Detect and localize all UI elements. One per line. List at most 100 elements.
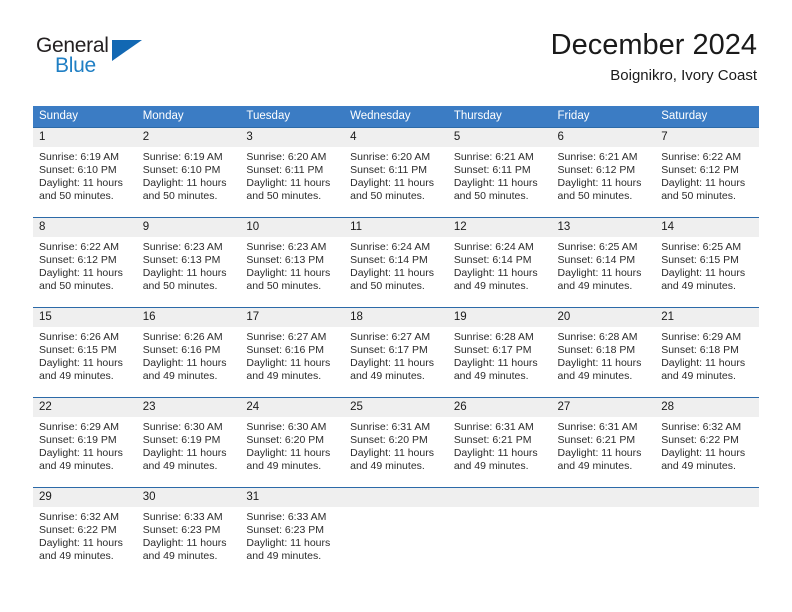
daylight-text-line1: Daylight: 11 hours — [142, 267, 227, 280]
daylight-text-line1: Daylight: 11 hours — [350, 267, 434, 280]
column-header-friday: Friday — [551, 106, 656, 128]
day-cell[interactable]: 5 Sunrise: 6:21 AM Sunset: 6:11 PM Daylight… — [447, 127, 552, 218]
day-number: 18 — [344, 308, 448, 327]
sunrise-text: Sunrise: 6:23 AM — [246, 241, 327, 253]
daylight-text-line2: and 50 minutes. — [350, 190, 425, 203]
day-cell[interactable]: 13 Sunrise: 6:25 AM Sunset: 6:14 PM Dayligh… — [551, 217, 656, 308]
day-number — [551, 488, 656, 507]
day-cell[interactable]: 3 Sunrise: 6:20 AM Sunset: 6:11 PM Daylight… — [240, 127, 345, 218]
daylight-text-line1: Daylight: 11 hours — [39, 177, 123, 190]
sunset-text: Sunset: 6:14 PM — [350, 254, 428, 267]
day-details: Sunrise: 6:23 AM Sunset: 6:13 PM Daylight:… — [240, 237, 344, 293]
sunrise-text: Sunrise: 6:32 AM — [661, 421, 742, 433]
sunset-text: Sunset: 6:15 PM — [39, 344, 117, 357]
day-cell[interactable]: 2 Sunrise: 6:19 AM Sunset: 6:10 PM Daylight… — [136, 127, 241, 218]
day-cell[interactable]: 23 Sunrise: 6:30 AM Sunset: 6:19 PM Dayligh… — [136, 397, 241, 488]
day-cell[interactable]: 19 Sunrise: 6:28 AM Sunset: 6:17 PM Dayligh… — [447, 307, 552, 398]
day-details: Sunrise: 6:19 AM Sunset: 6:10 PM Daylight:… — [137, 147, 241, 203]
sunset-text: Sunset: 6:16 PM — [142, 344, 221, 357]
sunset-text: Sunset: 6:19 PM — [142, 434, 221, 447]
day-cell[interactable]: 16 Sunrise: 6:26 AM Sunset: 6:16 PM Dayligh… — [136, 307, 241, 398]
sunrise-text: Sunrise: 6:31 AM — [453, 421, 534, 433]
daylight-text-line2: and 49 minutes. — [246, 460, 322, 473]
day-cell[interactable]: 15 Sunrise: 6:26 AM Sunset: 6:15 PM Dayligh… — [33, 307, 137, 398]
sunset-text: Sunset: 6:16 PM — [246, 344, 325, 357]
daylight-text-line2: and 50 minutes. — [39, 190, 114, 203]
daylight-text-line2: and 49 minutes. — [661, 280, 736, 293]
day-number — [447, 488, 552, 507]
daylight-text-line1: Daylight: 11 hours — [453, 177, 538, 190]
sunset-text: Sunset: 6:19 PM — [39, 434, 117, 447]
day-cell-empty — [551, 487, 656, 577]
day-cell[interactable]: 29 Sunrise: 6:32 AM Sunset: 6:22 PM Dayligh… — [33, 487, 137, 577]
sunrise-text: Sunrise: 6:19 AM — [142, 151, 223, 163]
day-cell[interactable]: 14 Sunrise: 6:25 AM Sunset: 6:15 PM Dayligh… — [655, 217, 759, 308]
general-blue-logo[interactable]: General Blue — [36, 34, 156, 80]
day-cell[interactable]: 24 Sunrise: 6:30 AM Sunset: 6:20 PM Dayligh… — [240, 397, 345, 488]
sunset-text: Sunset: 6:17 PM — [453, 344, 532, 357]
day-number: 13 — [551, 218, 656, 237]
calendar-week-row: 29 Sunrise: 6:32 AM Sunset: 6:22 PM Dayligh… — [33, 487, 759, 577]
sunset-text: Sunset: 6:12 PM — [39, 254, 117, 267]
daylight-text-line1: Daylight: 11 hours — [246, 537, 331, 550]
day-cell[interactable]: 17 Sunrise: 6:27 AM Sunset: 6:16 PM Dayligh… — [240, 307, 345, 398]
daylight-text-line2: and 49 minutes. — [142, 550, 218, 563]
day-number: 3 — [240, 128, 345, 147]
sunset-text: Sunset: 6:21 PM — [557, 434, 636, 447]
day-cell[interactable]: 7 Sunrise: 6:22 AM Sunset: 6:12 PM Daylight… — [655, 127, 759, 218]
sunrise-text: Sunrise: 6:20 AM — [246, 151, 327, 163]
daylight-text-line2: and 49 minutes. — [39, 550, 114, 563]
daylight-text-line1: Daylight: 11 hours — [246, 177, 331, 190]
daylight-text-line2: and 50 minutes. — [661, 190, 736, 203]
sunset-text: Sunset: 6:11 PM — [350, 164, 427, 177]
day-cell[interactable]: 4 Sunrise: 6:20 AM Sunset: 6:11 PM Daylight… — [344, 127, 448, 218]
day-cell[interactable]: 9 Sunrise: 6:23 AM Sunset: 6:13 PM Daylight… — [136, 217, 241, 308]
daylight-text-line1: Daylight: 11 hours — [661, 447, 746, 460]
sunrise-text: Sunrise: 6:27 AM — [246, 331, 327, 343]
daylight-text-line1: Daylight: 11 hours — [142, 177, 227, 190]
day-details: Sunrise: 6:26 AM Sunset: 6:15 PM Daylight:… — [33, 327, 137, 383]
calendar-week-row: 15 Sunrise: 6:26 AM Sunset: 6:15 PM Dayligh… — [33, 307, 759, 398]
calendar-week-row: 8 Sunrise: 6:22 AM Sunset: 6:12 PM Daylight… — [33, 217, 759, 308]
day-cell[interactable]: 27 Sunrise: 6:31 AM Sunset: 6:21 PM Dayligh… — [551, 397, 656, 488]
daylight-text-line2: and 49 minutes. — [246, 370, 322, 383]
day-details: Sunrise: 6:23 AM Sunset: 6:13 PM Daylight:… — [137, 237, 241, 293]
day-details: Sunrise: 6:24 AM Sunset: 6:14 PM Daylight:… — [448, 237, 552, 293]
day-number: 11 — [344, 218, 448, 237]
day-details: Sunrise: 6:22 AM Sunset: 6:12 PM Daylight:… — [33, 237, 137, 293]
day-cell[interactable]: 26 Sunrise: 6:31 AM Sunset: 6:21 PM Dayligh… — [447, 397, 552, 488]
day-details: Sunrise: 6:33 AM Sunset: 6:23 PM Daylight:… — [240, 507, 344, 563]
day-details: Sunrise: 6:20 AM Sunset: 6:11 PM Daylight:… — [344, 147, 448, 203]
day-number: 17 — [240, 308, 345, 327]
day-cell[interactable]: 12 Sunrise: 6:24 AM Sunset: 6:14 PM Dayligh… — [447, 217, 552, 308]
day-cell[interactable]: 21 Sunrise: 6:29 AM Sunset: 6:18 PM Dayligh… — [655, 307, 759, 398]
sunset-text: Sunset: 6:17 PM — [350, 344, 428, 357]
day-cell[interactable]: 30 Sunrise: 6:33 AM Sunset: 6:23 PM Dayligh… — [136, 487, 241, 577]
sunset-text: Sunset: 6:23 PM — [142, 524, 221, 537]
day-details: Sunrise: 6:27 AM Sunset: 6:17 PM Daylight:… — [344, 327, 448, 383]
day-cell[interactable]: 25 Sunrise: 6:31 AM Sunset: 6:20 PM Dayligh… — [344, 397, 448, 488]
sunset-text: Sunset: 6:10 PM — [39, 164, 117, 177]
day-cell[interactable]: 8 Sunrise: 6:22 AM Sunset: 6:12 PM Daylight… — [33, 217, 137, 308]
sunrise-text: Sunrise: 6:24 AM — [350, 241, 431, 253]
daylight-text-line1: Daylight: 11 hours — [557, 267, 642, 280]
day-cell[interactable]: 20 Sunrise: 6:28 AM Sunset: 6:18 PM Dayligh… — [551, 307, 656, 398]
daylight-text-line1: Daylight: 11 hours — [557, 447, 642, 460]
sunrise-text: Sunrise: 6:29 AM — [661, 331, 742, 343]
day-number: 23 — [136, 398, 241, 417]
day-cell[interactable]: 10 Sunrise: 6:23 AM Sunset: 6:13 PM Dayligh… — [240, 217, 345, 308]
day-number: 1 — [33, 128, 137, 147]
sunset-text: Sunset: 6:14 PM — [557, 254, 636, 267]
day-cell[interactable]: 18 Sunrise: 6:27 AM Sunset: 6:17 PM Dayligh… — [344, 307, 448, 398]
day-cell[interactable]: 6 Sunrise: 6:21 AM Sunset: 6:12 PM Daylight… — [551, 127, 656, 218]
calendar-header-row-group: Sunday Monday Tuesday Wednesday Thursday… — [33, 106, 759, 128]
day-cell[interactable]: 22 Sunrise: 6:29 AM Sunset: 6:19 PM Dayligh… — [33, 397, 137, 488]
day-cell[interactable]: 11 Sunrise: 6:24 AM Sunset: 6:14 PM Dayligh… — [344, 217, 448, 308]
daylight-text-line1: Daylight: 11 hours — [350, 357, 434, 370]
day-details: Sunrise: 6:19 AM Sunset: 6:10 PM Daylight:… — [33, 147, 137, 203]
day-cell[interactable]: 1 Sunrise: 6:19 AM Sunset: 6:10 PM Daylight… — [33, 127, 137, 218]
day-cell[interactable]: 31 Sunrise: 6:33 AM Sunset: 6:23 PM Dayligh… — [240, 487, 345, 577]
daylight-text-line2: and 49 minutes. — [661, 460, 736, 473]
day-cell[interactable]: 28 Sunrise: 6:32 AM Sunset: 6:22 PM Dayligh… — [655, 397, 759, 488]
day-details: Sunrise: 6:25 AM Sunset: 6:15 PM Daylight:… — [655, 237, 759, 293]
